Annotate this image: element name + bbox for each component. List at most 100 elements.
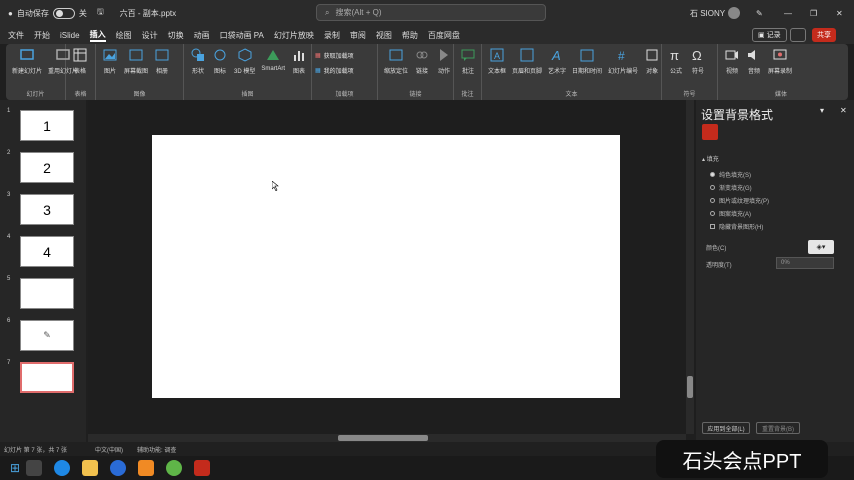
slide-thumb-2[interactable]: 2 <box>20 152 74 183</box>
horizontal-scrollbar[interactable] <box>88 434 686 442</box>
my-addins-button[interactable]: ▦ 我的加载项 <box>315 66 354 75</box>
menu-help[interactable]: 帮助 <box>402 30 418 41</box>
share-button[interactable]: 共享 <box>812 28 836 42</box>
powerpoint-icon[interactable] <box>194 460 211 476</box>
omega-icon: Ω <box>692 48 702 63</box>
pane-dropdown-icon[interactable]: ▾ <box>820 106 824 115</box>
slide-number-button[interactable]: # 幻灯片编号 <box>608 47 638 75</box>
option-hide-background[interactable]: 隐藏背景图形(H) <box>710 222 763 231</box>
pane-close-icon[interactable]: ✕ <box>840 106 847 115</box>
menu-record[interactable]: 录制 <box>324 30 340 41</box>
slide-canvas[interactable] <box>152 135 620 398</box>
slide-number-4: 4 <box>7 234 11 240</box>
option-solid-fill[interactable]: 纯色填充(S) <box>710 170 751 179</box>
menu-transitions[interactable]: 切换 <box>168 30 184 41</box>
menu-file[interactable]: 文件 <box>8 30 24 41</box>
accessibility-indicator[interactable]: 辅助功能: 调查 <box>137 445 176 454</box>
action-button[interactable]: 动作 <box>436 47 452 75</box>
menu-review[interactable]: 审阅 <box>350 30 366 41</box>
album-icon <box>155 49 169 61</box>
wordart-button[interactable]: A 艺术字 <box>548 47 566 75</box>
app-icon[interactable] <box>110 460 127 476</box>
fill-section-header[interactable]: ▴ 填充 <box>702 154 719 163</box>
table-button[interactable]: 表格 <box>72 47 88 75</box>
menu-design[interactable]: 设计 <box>142 30 158 41</box>
menu-baidu[interactable]: 百度网盘 <box>428 30 460 41</box>
datetime-button[interactable]: 日期和时间 <box>572 47 602 75</box>
action-label: 动作 <box>438 69 451 75</box>
edge-icon[interactable] <box>54 460 71 476</box>
comment-insert-button[interactable]: 批注 <box>460 47 476 75</box>
transparency-input[interactable]: 0% <box>776 257 834 269</box>
reset-background-button[interactable]: 重置背景(B) <box>756 422 800 434</box>
taskview-icon[interactable] <box>26 460 43 476</box>
slide-thumb-4[interactable]: 4 <box>20 236 74 267</box>
menu-insert[interactable]: 插入 <box>89 29 106 42</box>
audio-button[interactable]: 音频 <box>746 47 762 75</box>
horizontal-scroll-thumb[interactable] <box>338 435 428 441</box>
smartart-button[interactable]: SmartArt <box>261 47 285 72</box>
option-gradient-fill[interactable]: 渐变填充(G) <box>710 183 752 192</box>
3d-model-button[interactable]: 3D 模型 <box>234 47 255 75</box>
link-button[interactable]: 链接 <box>414 47 430 75</box>
screen-record-button[interactable]: 屏幕录制 <box>768 47 792 75</box>
new-slide-button[interactable]: 新建幻灯片 <box>12 47 42 75</box>
option-label: 纯色填充(S) <box>719 173 751 179</box>
svg-text:Ω: Ω <box>692 48 702 63</box>
start-icon[interactable]: ⊞ <box>10 461 20 475</box>
comment-button[interactable] <box>790 28 806 42</box>
object-button[interactable]: 对象 <box>644 47 660 75</box>
ribbon-group-slides: 新建幻灯片 重用幻灯片 幻灯片 <box>6 44 78 100</box>
autosave-toggle[interactable] <box>52 7 75 19</box>
chart-button[interactable]: 图表 <box>291 47 307 75</box>
pen-icon[interactable]: ✎ <box>756 9 763 18</box>
record-button[interactable]: ▣ 记录 <box>752 28 787 42</box>
video-button[interactable]: 视频 <box>724 47 740 75</box>
color-picker-button[interactable]: ◈▾ <box>808 240 834 254</box>
icons-button[interactable]: 图标 <box>212 47 228 75</box>
apply-all-button[interactable]: 应用到全部(L) <box>702 422 750 434</box>
shapes-button[interactable]: 形状 <box>190 47 206 75</box>
menu-pocket-animation[interactable]: 口袋动画 PA <box>220 30 264 41</box>
audio-label: 音频 <box>747 69 760 75</box>
symbol-button[interactable]: Ω 符号 <box>690 47 706 75</box>
slide-thumb-1[interactable]: 1 <box>20 110 74 141</box>
search-box[interactable]: ⌕ 搜索(Alt + Q) <box>316 4 546 21</box>
option-pattern-fill[interactable]: 图案填充(A) <box>710 209 751 218</box>
user-name[interactable]: 石 SIONY <box>690 8 725 19</box>
vertical-scroll-thumb[interactable] <box>687 376 693 398</box>
zoom-button[interactable]: 缩放定位 <box>384 47 408 75</box>
language-indicator[interactable]: 中文(中国) <box>95 445 123 454</box>
slide-thumb-7[interactable] <box>20 362 74 393</box>
album-button[interactable]: 相册 <box>154 47 170 75</box>
header-footer-button[interactable]: 页眉和页脚 <box>512 47 542 75</box>
picture-button[interactable]: 图片 <box>102 47 118 75</box>
vertical-scrollbar[interactable] <box>686 100 694 434</box>
textbox-button[interactable]: A 文本框 <box>488 47 506 75</box>
close-icon[interactable]: ✕ <box>836 9 843 18</box>
slide-thumb-6[interactable]: ✎ <box>20 320 74 351</box>
menu-slideshow[interactable]: 幻灯片放映 <box>274 30 314 41</box>
app-icon[interactable] <box>166 460 183 476</box>
slide-number-3: 3 <box>7 192 11 198</box>
fill-tab-icon[interactable] <box>702 124 718 140</box>
ribbon-group-media: 视频 音频 屏幕录制 媒体 <box>718 44 844 100</box>
restore-icon[interactable]: ❐ <box>810 9 817 18</box>
minimize-icon[interactable]: — <box>784 9 792 18</box>
option-picture-fill[interactable]: 图片或纹理填充(P) <box>710 196 769 205</box>
get-addins-button[interactable]: ▦ 获取加载项 <box>315 51 354 60</box>
avatar[interactable] <box>728 7 740 19</box>
equation-button[interactable]: π 公式 <box>668 47 684 75</box>
explorer-icon[interactable] <box>82 460 99 476</box>
menu-draw[interactable]: 绘图 <box>116 30 132 41</box>
app-icon[interactable] <box>138 460 155 476</box>
save-icon[interactable]: 🖫 <box>97 6 104 20</box>
menu-view[interactable]: 视图 <box>376 30 392 41</box>
menu-animations[interactable]: 动画 <box>194 30 210 41</box>
header-footer-icon <box>520 48 534 62</box>
slide-thumb-5[interactable] <box>20 278 74 309</box>
menu-islide[interactable]: iSlide <box>60 31 80 40</box>
slide-thumb-3[interactable]: 3 <box>20 194 74 225</box>
screenshot-button[interactable]: 屏幕截图 <box>124 47 148 75</box>
menu-home[interactable]: 开始 <box>34 30 50 41</box>
